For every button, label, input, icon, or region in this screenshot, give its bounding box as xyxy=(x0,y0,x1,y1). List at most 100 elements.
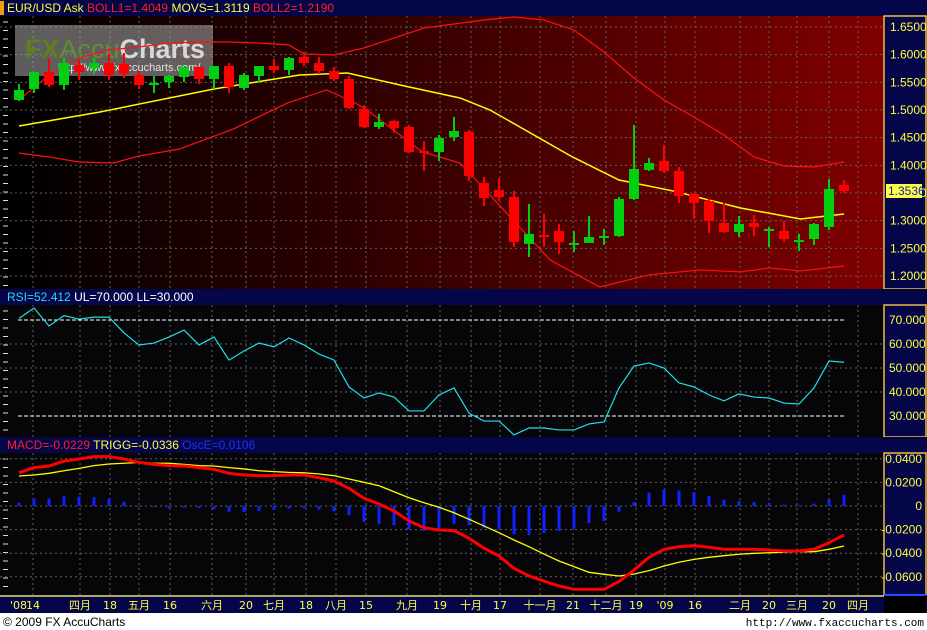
candle-body xyxy=(584,236,594,243)
osce-bar xyxy=(377,506,381,525)
candle-body xyxy=(179,67,189,78)
candle-body xyxy=(374,122,384,127)
candle-body xyxy=(509,196,519,242)
osce-bar xyxy=(722,499,726,506)
osce-bar xyxy=(347,506,351,516)
candle-body xyxy=(479,182,489,198)
candle-body xyxy=(554,230,564,242)
macd-tick-label: -0.0200 xyxy=(881,523,922,537)
candle-bearish xyxy=(464,129,474,181)
price-tick-label: 1.2500 xyxy=(890,241,927,255)
candle-body xyxy=(449,130,459,137)
time-tick-label: 18 xyxy=(103,599,117,612)
candle-body xyxy=(824,188,834,227)
rsi-tick-label: 60.000 xyxy=(889,337,926,351)
candle-body xyxy=(104,63,114,75)
rsi-tick-label: 30.000 xyxy=(889,409,926,423)
time-tick-label: 五月 xyxy=(128,599,150,612)
rsi-value-label: RSI=52.412 xyxy=(7,290,71,304)
time-tick-label: 六月 xyxy=(201,599,223,612)
time-tick-label: 三月 xyxy=(786,599,808,612)
osce-bar xyxy=(62,496,66,506)
candle-body xyxy=(404,126,414,152)
osce-bar xyxy=(407,506,411,530)
osce-bar xyxy=(767,503,771,506)
time-tick-label: 20 xyxy=(239,599,253,612)
osce-bar xyxy=(662,489,666,506)
axis-corner xyxy=(884,595,926,613)
osce-bar xyxy=(437,506,441,529)
candle-body xyxy=(314,63,324,71)
candle-body xyxy=(89,63,99,68)
osce-bar xyxy=(242,506,246,513)
osce-value-label: OscE=0.0106 xyxy=(182,438,255,452)
osce-bar xyxy=(827,499,831,506)
time-tick-label: 14 xyxy=(26,599,40,612)
candle-body xyxy=(239,74,249,88)
candle-body xyxy=(764,228,774,231)
candle-body xyxy=(689,193,699,203)
candle-body xyxy=(254,66,264,76)
osce-bar xyxy=(542,506,546,534)
osce-bar xyxy=(332,506,336,512)
osce-bar xyxy=(362,506,366,523)
candle-body xyxy=(569,242,579,245)
candle-body xyxy=(194,67,204,80)
time-tick-label: 21 xyxy=(566,599,580,612)
footer-url[interactable]: http://www.fxaccucharts.com xyxy=(746,618,925,630)
candle-bearish xyxy=(404,124,414,153)
price-tick-label: 1.5000 xyxy=(890,103,927,117)
osce-bar xyxy=(752,501,756,506)
candle-body xyxy=(284,57,294,70)
osce-bar xyxy=(107,498,111,506)
osce-bar xyxy=(842,495,846,506)
osce-bar xyxy=(587,506,591,523)
time-tick-label: 十一月 xyxy=(524,598,557,612)
time-tick-label: 19 xyxy=(433,599,447,612)
macd-plot-area[interactable] xyxy=(0,453,884,595)
candle-body xyxy=(74,65,84,72)
movs-label: MOVS=1.3119 xyxy=(171,1,249,15)
osce-bar xyxy=(797,505,801,507)
rsi-levels-label: UL=70.000 LL=30.000 xyxy=(74,290,194,304)
time-tick-label: 九月 xyxy=(396,599,418,612)
candle-body xyxy=(629,168,639,199)
candle-body xyxy=(719,222,729,232)
rsi-plot-area[interactable] xyxy=(0,305,884,437)
panel-marker xyxy=(0,1,4,15)
candle-body xyxy=(644,163,654,170)
time-tick-label: 19 xyxy=(629,599,643,612)
osce-bar xyxy=(137,506,141,507)
time-tick-label: 二月 xyxy=(729,599,751,612)
osce-bar xyxy=(617,506,621,512)
boll2-label: BOLL2=1.2190 xyxy=(253,1,334,15)
osce-bar xyxy=(557,506,561,532)
candle-body xyxy=(344,79,354,109)
price-tick-label: 1.4500 xyxy=(890,131,927,145)
osce-bar xyxy=(152,506,156,508)
candle-body xyxy=(539,234,549,237)
candle-body xyxy=(794,239,804,242)
candle-body xyxy=(389,121,399,128)
time-tick-label: 16 xyxy=(163,599,177,612)
rsi-tick-label: 70.000 xyxy=(889,313,926,327)
osce-bar xyxy=(692,492,696,506)
price-tick-label: 1.6000 xyxy=(890,48,927,62)
candle-body xyxy=(599,235,609,238)
macd-tick-label: -0.0600 xyxy=(881,570,922,584)
osce-bar xyxy=(122,501,126,506)
candle-body xyxy=(839,184,849,191)
osce-bar xyxy=(317,506,321,510)
macd-tick-label: 0 xyxy=(915,499,922,513)
candle-body xyxy=(329,70,339,80)
osce-bar xyxy=(47,498,51,506)
candle-body xyxy=(29,71,39,89)
osce-bar xyxy=(227,506,231,512)
time-tick-label: 七月 xyxy=(263,599,285,612)
time-tick-label: 20 xyxy=(822,599,836,612)
candle-bearish xyxy=(344,75,354,109)
candle-body xyxy=(269,66,279,70)
candle-body xyxy=(749,222,759,227)
osce-bar xyxy=(272,506,276,511)
osce-bar xyxy=(452,506,456,524)
